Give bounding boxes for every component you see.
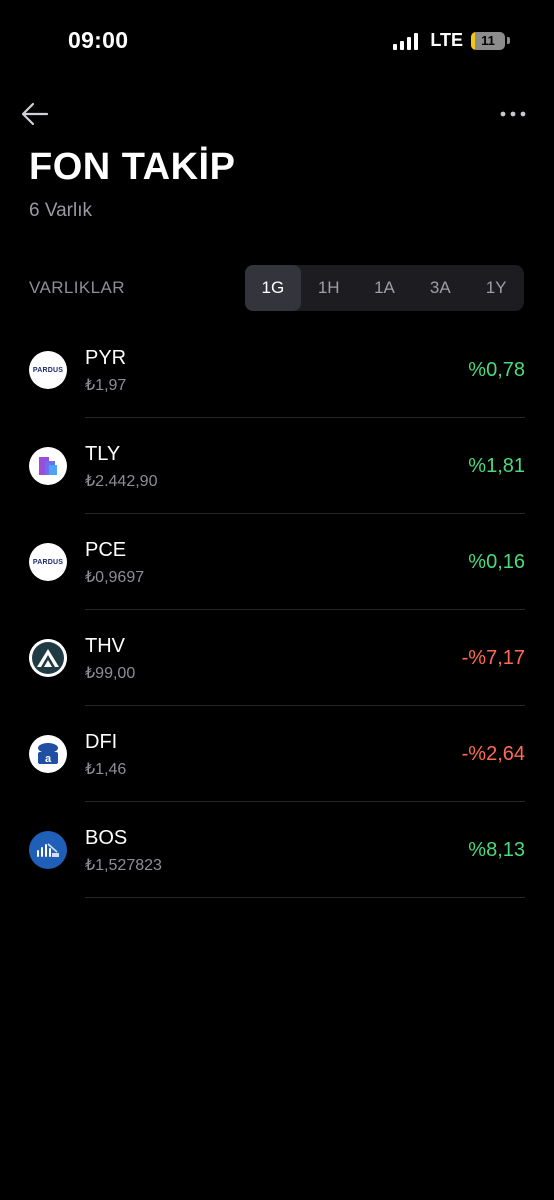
period-tab-1g[interactable]: 1G [245, 265, 301, 311]
bos-blue-logo [29, 831, 67, 869]
asset-price: ₺1,527823 [85, 857, 162, 874]
asset-change: %1,81 [468, 455, 525, 477]
section-label: VARLIKLAR [29, 278, 125, 297]
period-tab-1a[interactable]: 1A [357, 265, 413, 311]
asset-symbol: PCE [85, 539, 127, 561]
asset-change: -%2,64 [461, 743, 525, 765]
asset-row-pyr[interactable]: PARDUS PYR ₺1,97 %0,78 [0, 322, 554, 418]
thv-logo-mark [29, 639, 67, 677]
asset-row-thv[interactable]: THV ₺99,00 -%7,17 [0, 610, 554, 706]
asset-symbol: TLY [85, 443, 121, 465]
page-title: FON TAKİP [29, 146, 236, 188]
asset-price: ₺99,00 [85, 665, 136, 682]
battery-cap [507, 37, 510, 44]
asset-change: %0,16 [468, 551, 525, 573]
asset-row-bos[interactable]: BOS ₺1,527823 %8,13 [0, 802, 554, 898]
more-options-button[interactable] [496, 100, 530, 128]
status-indicators: LTE 11 [393, 30, 510, 51]
asset-symbol: DFI [85, 731, 118, 753]
asset-change: %8,13 [468, 839, 525, 861]
back-button[interactable] [20, 100, 50, 128]
asset-row-tly[interactable]: TLY ₺2.442,90 %1,81 [0, 418, 554, 514]
row-divider [85, 897, 525, 898]
signal-icon [393, 32, 419, 50]
asset-symbol: THV [85, 635, 125, 657]
asset-symbol: BOS [85, 827, 128, 849]
svg-text:a: a [45, 753, 52, 765]
tly-logo-mark [39, 457, 57, 475]
asset-list: PARDUS PYR ₺1,97 %0,78 TLY ₺2.442,90 %1,… [0, 322, 554, 898]
dfi-logo-mark: a [38, 743, 58, 765]
arrow-left-icon [21, 102, 49, 126]
period-tab-1h[interactable]: 1H [301, 265, 357, 311]
asset-price: ₺1,97 [85, 377, 127, 394]
asset-price: ₺0,9697 [85, 569, 145, 586]
asset-count: 6 Varlık [29, 200, 93, 221]
asset-price: ₺2.442,90 [85, 473, 158, 490]
period-tab-3a[interactable]: 3A [412, 265, 468, 311]
dfi-blue-logo: a [29, 735, 67, 773]
asset-row-dfi[interactable]: a DFI ₺1,46 -%2,64 [0, 706, 554, 802]
asset-change: -%7,17 [461, 647, 525, 669]
asset-price: ₺1,46 [85, 761, 127, 778]
period-tab-1y[interactable]: 1Y [468, 265, 524, 311]
pardus-logo: PARDUS [29, 543, 67, 581]
battery-icon: 11 [471, 31, 505, 50]
network-type: LTE [430, 30, 463, 50]
battery-level: 11 [481, 33, 495, 48]
asset-symbol: PYR [85, 347, 127, 369]
bos-logo-mark [37, 843, 59, 857]
pardus-logo-text: PARDUS [32, 558, 64, 566]
asset-change: %0,78 [468, 359, 525, 381]
period-selector: 1G 1H 1A 3A 1Y [245, 265, 524, 311]
pardus-logo: PARDUS [29, 351, 67, 389]
tly-purple-cube-logo [29, 447, 67, 485]
status-time: 09:00 [68, 27, 129, 53]
pardus-logo-text: PARDUS [32, 366, 64, 374]
ellipsis-horizontal-icon [500, 111, 526, 117]
asset-row-pce[interactable]: PARDUS PCE ₺0,9697 %0,16 [0, 514, 554, 610]
status-bar: 09:00 LTE 11 [0, 0, 554, 84]
thv-mountain-logo [29, 639, 67, 677]
